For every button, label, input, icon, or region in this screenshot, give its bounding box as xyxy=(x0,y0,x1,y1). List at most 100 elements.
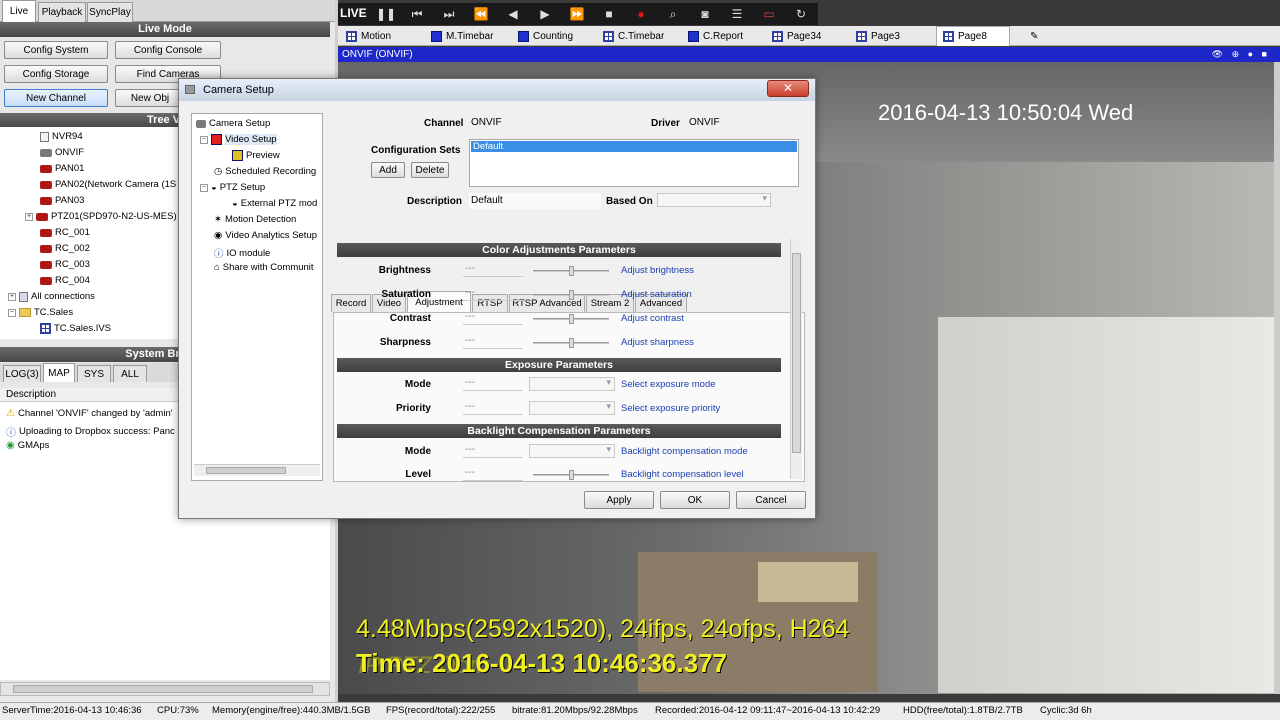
list-item[interactable]: ⓘ Uploading to Dropbox success: Panc xyxy=(6,424,175,439)
step-back-icon[interactable]: ⏮ xyxy=(408,6,426,22)
horizontal-scrollbar[interactable] xyxy=(0,682,330,696)
param-value[interactable]: --- xyxy=(463,467,523,481)
contrast-slider[interactable] xyxy=(533,314,609,324)
tab-sys[interactable]: SYS xyxy=(77,365,111,382)
new-object-button[interactable]: New Obj xyxy=(115,89,185,107)
tree-item[interactable]: PAN02(Network Camera (1S xyxy=(40,179,176,190)
param-value[interactable]: --- xyxy=(463,311,523,325)
param-value[interactable]: --- xyxy=(463,401,523,415)
nav-io-module[interactable]: ⓘ IO module xyxy=(214,246,270,261)
saturation-slider[interactable] xyxy=(533,290,609,300)
param-value[interactable]: --- xyxy=(463,263,523,277)
close-button[interactable]: ✕ xyxy=(767,80,809,97)
cancel-button[interactable]: Cancel xyxy=(736,491,806,509)
param-value[interactable]: --- xyxy=(463,335,523,349)
tab-all[interactable]: ALL xyxy=(113,365,147,382)
config-storage-button[interactable]: Config Storage xyxy=(4,65,108,83)
play-icon[interactable]: ▶ xyxy=(536,6,554,22)
nav-preview[interactable]: Preview xyxy=(232,150,280,161)
tab-motion[interactable]: Motion xyxy=(346,27,391,45)
scroll-thumb[interactable] xyxy=(206,467,286,474)
add-button[interactable]: Add xyxy=(371,162,405,178)
tab-page3[interactable]: Page3 xyxy=(856,27,900,45)
tree-item[interactable]: RC_003 xyxy=(40,259,90,270)
tree-item[interactable]: − TC.Sales xyxy=(8,307,73,318)
config-set-item[interactable]: Default xyxy=(471,141,797,152)
nav-video-analytics[interactable]: ◉ Video Analytics Setup xyxy=(214,230,317,241)
driver-field[interactable]: ONVIF xyxy=(687,115,797,131)
panel-scrollbar[interactable] xyxy=(790,239,802,479)
scroll-thumb[interactable] xyxy=(13,685,313,693)
play-back-icon[interactable]: ◀ xyxy=(504,6,522,22)
ok-button[interactable]: OK xyxy=(660,491,730,509)
brightness-slider[interactable] xyxy=(533,266,609,276)
nav-share-community[interactable]: ⌂ Share with Communit xyxy=(214,262,314,273)
expand-icon[interactable]: + xyxy=(8,292,16,301)
list-item[interactable]: ⚠ Channel 'ONVIF' changed by 'admin' xyxy=(6,408,173,419)
exposure-mode-select[interactable] xyxy=(529,377,615,391)
tree-item[interactable]: RC_001 xyxy=(40,227,90,238)
nav-scrollbar[interactable] xyxy=(194,464,320,476)
nav-scheduled-recording[interactable]: ◷ Scheduled Recording xyxy=(214,166,316,177)
description-input[interactable]: Default xyxy=(469,193,601,209)
tab-creport[interactable]: C.Report xyxy=(688,27,743,45)
vertical-scrollbar[interactable] xyxy=(1274,62,1280,694)
configuration-sets-list[interactable]: Default xyxy=(469,139,799,187)
collapse-icon[interactable]: − xyxy=(200,135,208,144)
delete-button[interactable]: Delete xyxy=(411,162,449,178)
new-channel-button[interactable]: New Channel xyxy=(4,89,108,107)
tab-ctimebar[interactable]: C.Timebar xyxy=(603,27,664,45)
channel-field[interactable]: ONVIF xyxy=(469,115,645,131)
nav-motion-detection[interactable]: ✶ Motion Detection xyxy=(214,214,296,225)
pause-icon[interactable]: ❚❚ xyxy=(376,6,396,22)
tab-playback[interactable]: Playback xyxy=(38,2,86,22)
list-icon[interactable]: ☰ xyxy=(728,6,746,22)
collapse-icon[interactable]: − xyxy=(8,308,16,317)
nav-ptz-setup[interactable]: − ◒ PTZ Setup xyxy=(200,182,265,193)
config-system-button[interactable]: Config System xyxy=(4,41,108,59)
scroll-thumb[interactable] xyxy=(792,253,801,453)
tab-live[interactable]: Live xyxy=(2,0,36,22)
nav-camera-setup[interactable]: Camera Setup xyxy=(196,118,270,129)
tree-item[interactable]: RC_002 xyxy=(40,243,90,254)
backlight-mode-select[interactable] xyxy=(529,444,615,458)
stop-icon[interactable]: ■ xyxy=(600,6,618,22)
tree-item[interactable]: + PTZ01(SPD970-N2-US-MES) xyxy=(25,211,177,222)
tab-syncplay[interactable]: SyncPlay xyxy=(87,2,133,22)
nav-video-setup[interactable]: − Video Setup xyxy=(200,134,277,145)
tree-item[interactable]: TC.Sales.IVS xyxy=(40,323,111,334)
tree-item[interactable]: PAN01 xyxy=(40,163,84,174)
tree-item[interactable]: + All connections xyxy=(8,291,95,302)
tab-log[interactable]: LOG(3) xyxy=(3,365,41,382)
camera-controls-icon[interactable]: 👁 ⊕ ● ■ xyxy=(1212,47,1270,62)
sharpness-slider[interactable] xyxy=(533,338,609,348)
based-on-select[interactable] xyxy=(657,193,771,207)
step-forward-icon[interactable]: ⏭ xyxy=(440,6,458,22)
display-icon[interactable]: ▭ xyxy=(760,6,778,22)
snapshot-icon[interactable]: ◙ xyxy=(696,6,714,22)
nav-external-ptz[interactable]: ◒ External PTZ mod xyxy=(232,198,317,209)
backlight-level-slider[interactable] xyxy=(533,470,609,480)
refresh-icon[interactable]: ↻ xyxy=(792,6,810,22)
record-icon[interactable]: ● xyxy=(632,6,650,22)
fast-forward-icon[interactable]: ⏩ xyxy=(568,6,586,22)
config-console-button[interactable]: Config Console xyxy=(115,41,221,59)
tab-page8[interactable]: Page8 xyxy=(936,26,1010,46)
param-value[interactable]: --- xyxy=(463,287,523,301)
new-tab-icon[interactable]: ✎ xyxy=(1030,27,1038,45)
tree-item[interactable]: PAN03 xyxy=(40,195,84,206)
slider-knob[interactable] xyxy=(569,470,574,480)
list-item[interactable]: ◉ GMAps xyxy=(6,440,49,451)
tab-counting[interactable]: Counting xyxy=(518,27,573,45)
slider-knob[interactable] xyxy=(569,290,574,300)
zoom-icon[interactable]: ⌕ xyxy=(664,6,682,22)
exposure-priority-select[interactable] xyxy=(529,401,615,415)
fast-rewind-icon[interactable]: ⏪ xyxy=(472,6,490,22)
param-value[interactable]: --- xyxy=(463,444,523,458)
slider-knob[interactable] xyxy=(569,338,574,348)
slider-knob[interactable] xyxy=(569,266,574,276)
tab-page34[interactable]: Page34 xyxy=(772,27,821,45)
slider-knob[interactable] xyxy=(569,314,574,324)
tab-map[interactable]: MAP xyxy=(43,363,75,382)
apply-button[interactable]: Apply xyxy=(584,491,654,509)
